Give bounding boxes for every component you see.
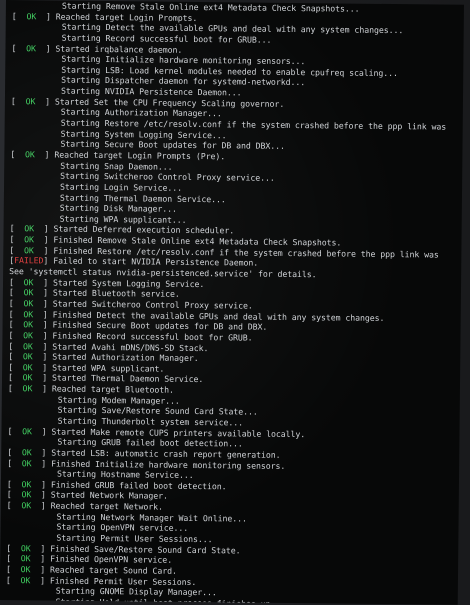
status-ok-badge: [ OK ] xyxy=(7,425,47,437)
terminal-screen: Starting Remove Stale Online ext4 Metada… xyxy=(0,0,464,605)
status-ok-badge: [ OK ] xyxy=(8,319,48,330)
status-ok-badge: [ OK ] xyxy=(5,563,46,575)
status-ok-badge: [ OK ] xyxy=(9,244,49,256)
status-failed-badge: [FAILED] xyxy=(9,255,49,266)
log-text: Started WPA supplicant. xyxy=(52,362,165,374)
log-text: Starting Snap Daemon... xyxy=(60,160,173,172)
status-ok-badge: [ OK ] xyxy=(6,553,46,564)
monitor-bezel: Starting Remove Stale Online ext4 Metada… xyxy=(0,0,470,605)
log-text: Started Authorization Manager. xyxy=(52,351,199,364)
status-ok-badge: [ OK ] xyxy=(5,574,46,586)
status-ok-badge: [ OK ] xyxy=(7,457,47,468)
log-text: Reached target Network. xyxy=(50,500,163,512)
log-text: Starting Disk Manager... xyxy=(59,202,177,214)
log-text: Reached target Login Prompts. xyxy=(55,11,198,23)
log-text: Started Bluetooth service. xyxy=(52,287,180,300)
status-ok-badge: [ OK ] xyxy=(9,223,49,234)
status-ok-badge: [ OK ] xyxy=(9,234,49,245)
log-text: Starting OpenVPN service... xyxy=(56,521,189,534)
log-text: Starting Login Service... xyxy=(59,181,183,193)
status-ok-badge: [ OK ] xyxy=(10,95,51,107)
status-ok-badge: [ OK ] xyxy=(8,340,48,351)
status-ok-badge: [ OK ] xyxy=(7,372,48,383)
log-text: Finished Permit User Sessions. xyxy=(49,575,197,587)
status-ok-badge: [ OK ] xyxy=(8,308,48,320)
status-ok-badge: [ OK ] xyxy=(8,276,49,288)
status-ok-badge: [ OK ] xyxy=(8,287,49,298)
log-text: Finished OpenVPN service. xyxy=(50,553,173,566)
status-ok-badge: [ OK ] xyxy=(8,329,48,341)
log-text: Starting Hostname Service... xyxy=(56,468,194,481)
status-ok-badge: [ OK ] xyxy=(11,42,51,54)
log-text: Starting Permit User Sessions... xyxy=(56,532,213,545)
status-ok-badge: [ OK ] xyxy=(10,149,50,160)
log-text: Started Network Manager. xyxy=(50,489,168,502)
status-ok-badge: [ OK ] xyxy=(8,361,48,373)
log-text: Reached target Sound Card. xyxy=(49,564,177,576)
status-ok-badge: [ OK ] xyxy=(6,478,47,490)
log-text: Starting WPA supplicant... xyxy=(59,213,187,225)
status-ok-badge: [ OK ] xyxy=(8,351,48,362)
boot-log: Starting Remove Stale Online ext4 Metada… xyxy=(6,0,464,605)
log-text: Starting Modem Manager... xyxy=(57,394,180,406)
log-text: Started irqbalance daemon. xyxy=(55,43,183,55)
log-text: Starting Hold until boot process finishe… xyxy=(55,596,286,605)
log-text: Started System Logging Service. xyxy=(52,277,205,289)
status-ok-badge: [ OK ] xyxy=(6,489,46,500)
log-text: Started Thermal Daemon Service. xyxy=(51,372,204,385)
status-ok-badge: [ OK ] xyxy=(8,297,48,309)
status-ok-badge: [ OK ] xyxy=(7,446,47,458)
status-ok-badge: [ OK ] xyxy=(7,383,48,394)
log-text: Reached target Bluetooth. xyxy=(51,383,174,395)
status-ok-badge: [ OK ] xyxy=(6,542,46,554)
status-ok-badge: [ OK ] xyxy=(6,500,46,511)
status-ok-badge: [ OK ] xyxy=(11,10,51,22)
